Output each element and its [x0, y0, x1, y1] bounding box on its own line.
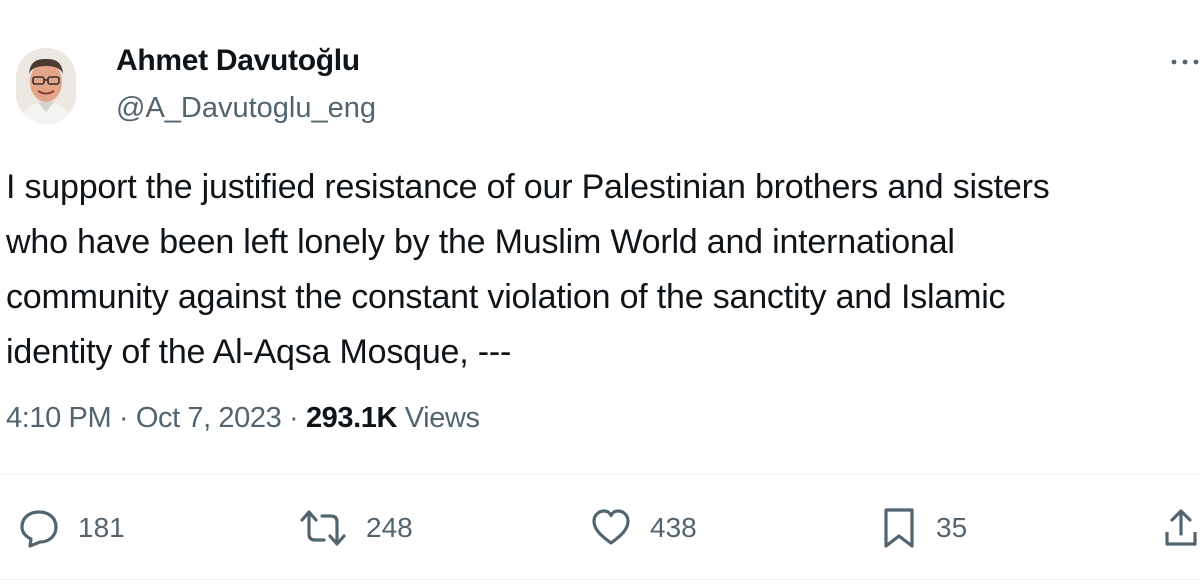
reply-count: 181: [78, 512, 125, 543]
views-count: 293.1K: [305, 402, 398, 434]
meta-separator: ·: [289, 402, 299, 434]
tweet-date[interactable]: Oct 7, 2023: [136, 402, 282, 434]
retweet-arrows-icon: [300, 510, 346, 546]
avatar[interactable]: [16, 48, 76, 124]
like-button[interactable]: 438: [590, 506, 697, 550]
bookmark-button[interactable]: 35: [880, 506, 967, 550]
views-label: Views: [404, 402, 480, 434]
bookmark-icon: [884, 508, 914, 548]
share-button[interactable]: [1162, 506, 1200, 550]
share-upload-icon: [1165, 509, 1197, 546]
tweet-meta: 4:10 PM · Oct 7, 2023 · 293.1K Views: [6, 402, 480, 435]
bookmark-count: 35: [936, 512, 968, 543]
more-options-button[interactable]: [1170, 54, 1200, 70]
speech-bubble-icon: [20, 510, 58, 548]
like-count: 438: [650, 512, 697, 543]
retweet-count: 248: [366, 512, 413, 543]
tweet-time[interactable]: 4:10 PM: [6, 402, 112, 434]
more-horizontal-icon: [1171, 59, 1199, 65]
tweet-card: Ahmet Davutoğlu @A_Davutoglu_eng I suppo…: [0, 0, 1200, 587]
tweet-text: I support the justified resistance of ou…: [6, 168, 1050, 371]
meta-separator: ·: [118, 402, 129, 434]
author-handle[interactable]: @A_Davutoglu_eng: [116, 92, 376, 125]
divider: [0, 579, 1200, 580]
author-name[interactable]: Ahmet Davutoğlu: [116, 44, 360, 78]
heart-icon: [592, 509, 630, 545]
retweet-button[interactable]: 248: [298, 506, 413, 550]
divider: [0, 474, 1200, 475]
avatar-portrait-icon: [16, 48, 76, 124]
reply-button[interactable]: 181: [18, 506, 125, 550]
